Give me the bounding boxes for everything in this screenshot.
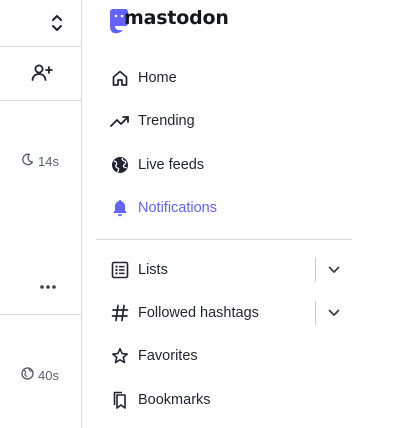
nav-item-home[interactable]: Home <box>96 58 352 98</box>
nav-item-label: Trending <box>138 113 195 129</box>
hashtag-icon <box>110 303 130 323</box>
home-icon <box>110 68 130 88</box>
status-item[interactable]: 14s <box>0 101 81 315</box>
star-icon <box>110 346 130 366</box>
app-root: 14s 40s mastodon Home Trending Live feed… <box>0 0 419 428</box>
status-meta: 40s <box>21 367 59 383</box>
expand-lists-button[interactable] <box>315 258 352 282</box>
status-time[interactable]: 14s <box>38 154 59 169</box>
moon-icon <box>21 153 34 169</box>
chevron-down-icon <box>328 261 340 279</box>
nav-item-lists[interactable]: Lists <box>96 250 352 290</box>
nav-item-live-feeds[interactable]: Live feeds <box>96 145 352 185</box>
nav-item-followed-hashtags[interactable]: Followed hashtags <box>96 293 352 333</box>
bookmark-icon <box>110 390 130 410</box>
globe-icon <box>110 155 130 175</box>
nav-item-label: Bookmarks <box>138 392 211 408</box>
chevron-down-icon <box>328 304 340 322</box>
nav-item-notifications[interactable]: Notifications <box>96 188 352 228</box>
expand-hashtags-button[interactable] <box>315 301 352 325</box>
nav-item-label: Notifications <box>138 200 217 216</box>
logo-text: mastodon <box>124 7 229 29</box>
nav-item-label: Home <box>138 70 177 86</box>
status-item[interactable]: 40s <box>0 315 81 428</box>
nav-item-favorites[interactable]: Favorites <box>96 336 352 376</box>
trending-icon <box>110 111 130 131</box>
chevron-up-down-icon[interactable] <box>49 12 65 34</box>
globe-icon <box>21 367 34 383</box>
nav-item-label: Lists <box>138 262 168 278</box>
ellipsis-icon[interactable] <box>39 277 57 289</box>
navigation-panel: mastodon Home Trending Live feeds Notifi… <box>96 0 352 428</box>
person-add-icon[interactable] <box>31 63 53 83</box>
bell-icon <box>110 198 130 218</box>
list-icon <box>110 260 130 280</box>
follow-row <box>0 47 81 101</box>
mastodon-logo[interactable]: mastodon <box>107 6 229 38</box>
nav-item-label: Live feeds <box>138 157 205 173</box>
home-feed-column: 14s 40s <box>0 0 82 428</box>
nav-item-label: Followed hashtags <box>138 305 259 321</box>
nav-divider <box>96 239 352 240</box>
column-header <box>0 0 81 47</box>
nav-item-bookmarks[interactable]: Bookmarks <box>96 380 352 420</box>
status-meta: 14s <box>21 153 59 169</box>
status-time[interactable]: 40s <box>38 368 59 383</box>
nav-item-label: Favorites <box>138 348 198 364</box>
nav-item-trending[interactable]: Trending <box>96 101 352 141</box>
